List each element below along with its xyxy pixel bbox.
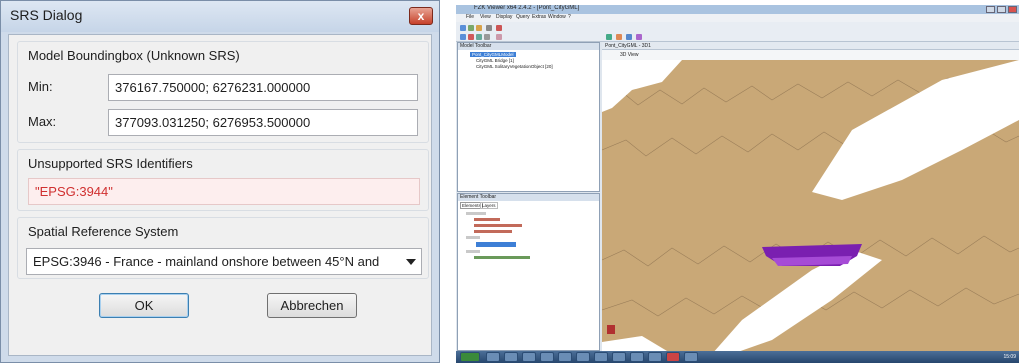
list-item[interactable] — [474, 218, 500, 221]
min-label: Min: — [28, 79, 53, 94]
compass-icon — [607, 325, 615, 334]
light-icon[interactable] — [616, 34, 622, 40]
list-item[interactable] — [466, 250, 480, 253]
3d-view[interactable]: Pont_CityGML - 3D1 3D View — [602, 42, 1019, 354]
menu-query[interactable]: Query — [516, 14, 530, 20]
taskbar-app-icon[interactable] — [504, 352, 518, 362]
zoom-icon[interactable] — [468, 34, 474, 40]
cancel-button[interactable]: Abbrechen — [267, 293, 357, 318]
tab-layers[interactable]: Layers — [480, 202, 498, 209]
taskbar-app-icon[interactable] — [630, 352, 644, 362]
maximize-icon[interactable] — [997, 6, 1006, 13]
view-subtoolbar: 3D View — [602, 50, 1019, 60]
menu-extras[interactable]: Extras — [532, 14, 546, 20]
dialog-body: Model Boundingbox (Unknown SRS) Min: 376… — [8, 34, 432, 356]
app-titlebar: FZK Viewer x64 2.4.2 - [Pont_CityGML] — [456, 5, 1019, 14]
menu-bar: File View Display Query Extras Window ? — [456, 14, 1019, 22]
menu-display[interactable]: Display — [496, 14, 512, 20]
close-icon: x — [417, 9, 425, 23]
menu-view[interactable]: View — [480, 14, 491, 20]
model-tree-panel: Model Toolbar Pont_CityGMLModel CityGML … — [457, 42, 600, 192]
3d-scene[interactable] — [602, 60, 1019, 354]
rotate-icon[interactable] — [484, 34, 490, 40]
taskbar-app-icon[interactable] — [594, 352, 608, 362]
close-button[interactable]: x — [409, 7, 433, 25]
start-icon[interactable] — [460, 352, 480, 362]
close-icon[interactable] — [1008, 6, 1017, 13]
ok-button[interactable]: OK — [99, 293, 189, 318]
list-item[interactable] — [474, 224, 522, 227]
min-field[interactable]: 376167.750000; 6276231.000000 — [108, 74, 418, 101]
open-icon[interactable] — [460, 25, 466, 31]
srs-group-title: Spatial Reference System — [28, 224, 179, 239]
save-icon[interactable] — [468, 25, 474, 31]
taskbar-app-icon[interactable] — [558, 352, 572, 362]
taskbar-app-icon[interactable] — [612, 352, 626, 362]
clock: 15:09 — [1003, 354, 1016, 360]
taskbar-app-icon[interactable] — [522, 352, 536, 362]
taskbar-app-icon[interactable] — [576, 352, 590, 362]
view-tab[interactable]: Pont_CityGML - 3D1 — [602, 42, 1019, 50]
max-label: Max: — [28, 114, 57, 129]
stop-icon[interactable] — [496, 25, 502, 31]
select-icon[interactable] — [460, 34, 466, 40]
chevron-down-icon[interactable] — [406, 259, 416, 265]
tree-item-model[interactable]: Pont_CityGMLModel — [470, 52, 516, 57]
srs-select-value: EPSG:3946 - France - mainland onshore be… — [33, 254, 380, 269]
element-tree-header: Element Toolbar — [458, 194, 599, 201]
unsupported-srs-group: Unsupported SRS Identifiers "EPSG:3944" — [17, 149, 429, 211]
list-item[interactable] — [474, 256, 530, 259]
unsupported-srs-field[interactable]: "EPSG:3944" — [28, 178, 420, 205]
list-item[interactable] — [466, 212, 486, 215]
taskbar-app-icon[interactable] — [540, 352, 554, 362]
camera-icon[interactable] — [626, 34, 632, 40]
print-icon[interactable] — [486, 25, 492, 31]
taskbar-app-icon[interactable] — [666, 352, 680, 362]
tree-item-vegetation[interactable]: CityGML SolitaryVegetationObject [20] — [476, 64, 553, 69]
tree-item-bridge[interactable]: CityGML Bridge [1] — [476, 58, 514, 63]
unsupported-group-title: Unsupported SRS Identifiers — [28, 156, 193, 171]
menu-file[interactable]: File — [466, 14, 474, 20]
menu-window[interactable]: Window — [548, 14, 566, 20]
model-tree-header: Model Toolbar — [458, 43, 599, 50]
bbox-group-title: Model Boundingbox (Unknown SRS) — [28, 48, 240, 63]
dialog-title: SRS Dialog — [10, 7, 83, 23]
taskbar-app-icon[interactable] — [648, 352, 662, 362]
taskbar-app-icon[interactable] — [684, 352, 698, 362]
element-tree-panel: Element Toolbar Elements Layers — [457, 193, 600, 351]
menu-help[interactable]: ? — [568, 14, 571, 20]
bbox-group: Model Boundingbox (Unknown SRS) Min: 376… — [17, 41, 429, 143]
element-tree — [464, 212, 594, 268]
render-icon[interactable] — [606, 34, 612, 40]
windows-taskbar: 15:09 — [456, 351, 1019, 363]
viewer-app-screenshot: FZK Viewer x64 2.4.2 - [Pont_CityGML] Fi… — [456, 5, 1019, 363]
list-item[interactable] — [466, 236, 480, 239]
srs-select[interactable]: EPSG:3946 - France - mainland onshore be… — [26, 248, 422, 275]
srs-dialog: SRS Dialog x Model Boundingbox (Unknown … — [0, 0, 440, 363]
toolbar — [456, 22, 1019, 42]
srs-group: Spatial Reference System EPSG:3946 - Fra… — [17, 217, 429, 279]
app-title: FZK Viewer x64 2.4.2 - [Pont_CityGML] — [474, 5, 580, 11]
measure-icon[interactable] — [496, 34, 502, 40]
pan-icon[interactable] — [476, 34, 482, 40]
list-item[interactable] — [476, 242, 516, 247]
folder-icon[interactable] — [476, 25, 482, 31]
layer-icon[interactable] — [636, 34, 642, 40]
max-field[interactable]: 377093.031250; 6276953.500000 — [108, 109, 418, 136]
list-item[interactable] — [474, 230, 512, 233]
minimize-icon[interactable] — [986, 6, 995, 13]
dialog-titlebar[interactable]: SRS Dialog x — [1, 1, 439, 32]
taskbar-app-icon[interactable] — [486, 352, 500, 362]
